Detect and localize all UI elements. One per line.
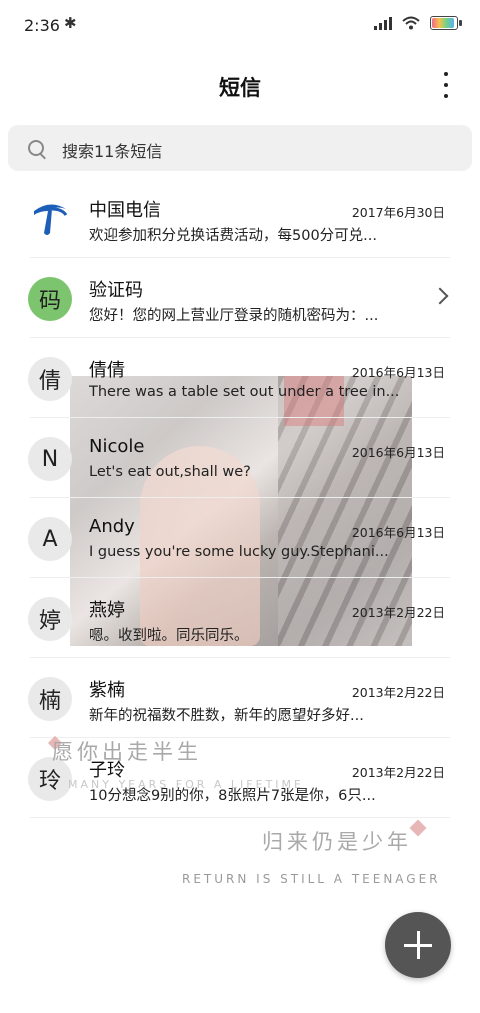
- avatar: 倩: [28, 357, 72, 401]
- conversation-item[interactable]: 楠 紫楠 2013年2月22日 新年的祝福数不胜数，新年的愿望好多好...: [0, 658, 480, 738]
- conversation-item[interactable]: 码 验证码 您好！您的网上营业厅登录的随机密码为：...: [0, 258, 480, 338]
- conversation-item[interactable]: N Nicole 2016年6月13日 Let's eat out,shall …: [0, 418, 480, 498]
- compose-button[interactable]: [385, 912, 451, 978]
- message-date: 2013年2月22日: [351, 765, 445, 780]
- message-preview: Let's eat out,shall we?: [89, 464, 251, 480]
- wallpaper-text: 愿你出走半生: [52, 740, 202, 764]
- search-icon: [28, 140, 44, 156]
- status-icons: [374, 16, 462, 30]
- wallpaper-text: RETURN IS STILL A TEENAGER: [182, 872, 441, 886]
- conversation-item[interactable]: A Andy 2016年6月13日 I guess you're some lu…: [0, 498, 480, 578]
- avatar: A: [28, 517, 72, 561]
- wallpaper-text: MANY YEARS FOR A LIFETIME: [68, 778, 304, 791]
- message-preview: 嗯。收到啦。同乐同乐。: [89, 628, 249, 644]
- contact-name: 中国电信: [89, 200, 161, 221]
- more-vertical-icon[interactable]: [442, 72, 450, 98]
- contact-name: 验证码: [89, 280, 143, 301]
- message-date: 2013年2月22日: [351, 685, 445, 700]
- message-preview: I guess you're some lucky guy.Stephani..…: [89, 544, 389, 560]
- china-telecom-logo-icon: [28, 197, 72, 241]
- message-date: 2016年6月13日: [351, 525, 445, 540]
- wallpaper-text: 归来仍是少年: [262, 830, 412, 854]
- conversation-item[interactable]: 中国电信 2017年6月30日 欢迎参加积分兑换话费活动，每500分可兑...: [0, 178, 480, 258]
- message-date: 2016年6月13日: [351, 365, 445, 380]
- message-preview: 新年的祝福数不胜数，新年的愿望好多好...: [89, 708, 364, 724]
- app-header: 短信: [0, 60, 480, 106]
- search-placeholder: 搜索11条短信: [62, 142, 163, 161]
- divider: [30, 817, 450, 818]
- conversation-item[interactable]: 婷 燕婷 2013年2月22日 嗯。收到啦。同乐同乐。: [0, 578, 480, 658]
- message-preview: There was a table set out under a tree i…: [89, 384, 400, 400]
- message-preview: 您好！您的网上营业厅登录的随机密码为：...: [89, 308, 379, 324]
- avatar: 码: [28, 277, 72, 321]
- message-date: 2013年2月22日: [351, 605, 445, 620]
- wifi-icon: [402, 16, 420, 30]
- bluetooth-icon: ✱: [64, 14, 77, 32]
- message-date: 2017年6月30日: [351, 205, 445, 220]
- avatar: N: [28, 437, 72, 481]
- status-bar: 2:36 ✱: [0, 0, 480, 52]
- signal-icon: [374, 16, 392, 30]
- chevron-right-icon: [431, 287, 449, 305]
- message-preview: 欢迎参加积分兑换话费活动，每500分可兑...: [89, 228, 378, 244]
- status-time: 2:36: [24, 16, 60, 35]
- avatar: 楠: [28, 677, 72, 721]
- contact-name: Nicole: [89, 436, 145, 457]
- message-date: 2016年6月13日: [351, 445, 445, 460]
- contact-name: Andy: [89, 516, 135, 537]
- avatar: 婷: [28, 597, 72, 641]
- battery-icon: [430, 16, 462, 30]
- contact-name: 紫楠: [89, 680, 125, 701]
- conversation-item[interactable]: 倩 倩倩 2016年6月13日 There was a table set ou…: [0, 338, 480, 418]
- heart-icon: [409, 819, 427, 837]
- contact-name: 倩倩: [89, 360, 125, 381]
- contact-name: 燕婷: [89, 600, 125, 621]
- search-bar[interactable]: 搜索11条短信: [8, 125, 472, 171]
- page-title: 短信: [219, 76, 261, 100]
